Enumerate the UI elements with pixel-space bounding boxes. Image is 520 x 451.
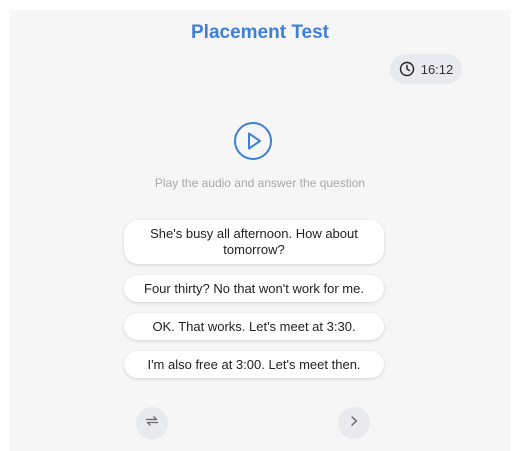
play-audio-button[interactable]: [233, 121, 273, 161]
answer-options: She's busy all afternoon. How about tomo…: [124, 220, 384, 389]
audio-instruction: Play the audio and answer the question: [154, 176, 366, 190]
clock-icon: [399, 61, 415, 77]
answer-option-1[interactable]: She's busy all afternoon. How about tomo…: [124, 220, 384, 264]
answer-option-3[interactable]: OK. That works. Let's meet at 3:30.: [124, 313, 384, 340]
answer-option-4[interactable]: I'm also free at 3:00. Let's meet then.: [124, 351, 384, 378]
test-panel: Placement Test 16:12 Play the audio and …: [10, 10, 510, 451]
chevron-right-icon: [347, 414, 361, 433]
repeat-icon: [144, 413, 160, 434]
answer-option-2[interactable]: Four thirty? No that won't work for me.: [124, 275, 384, 302]
repeat-button[interactable]: [136, 407, 168, 439]
play-icon: [234, 122, 272, 160]
timer-badge: 16:12: [390, 54, 462, 84]
page-title: Placement Test: [191, 22, 329, 43]
next-button[interactable]: [338, 407, 370, 439]
timer-value: 16:12: [420, 61, 454, 77]
